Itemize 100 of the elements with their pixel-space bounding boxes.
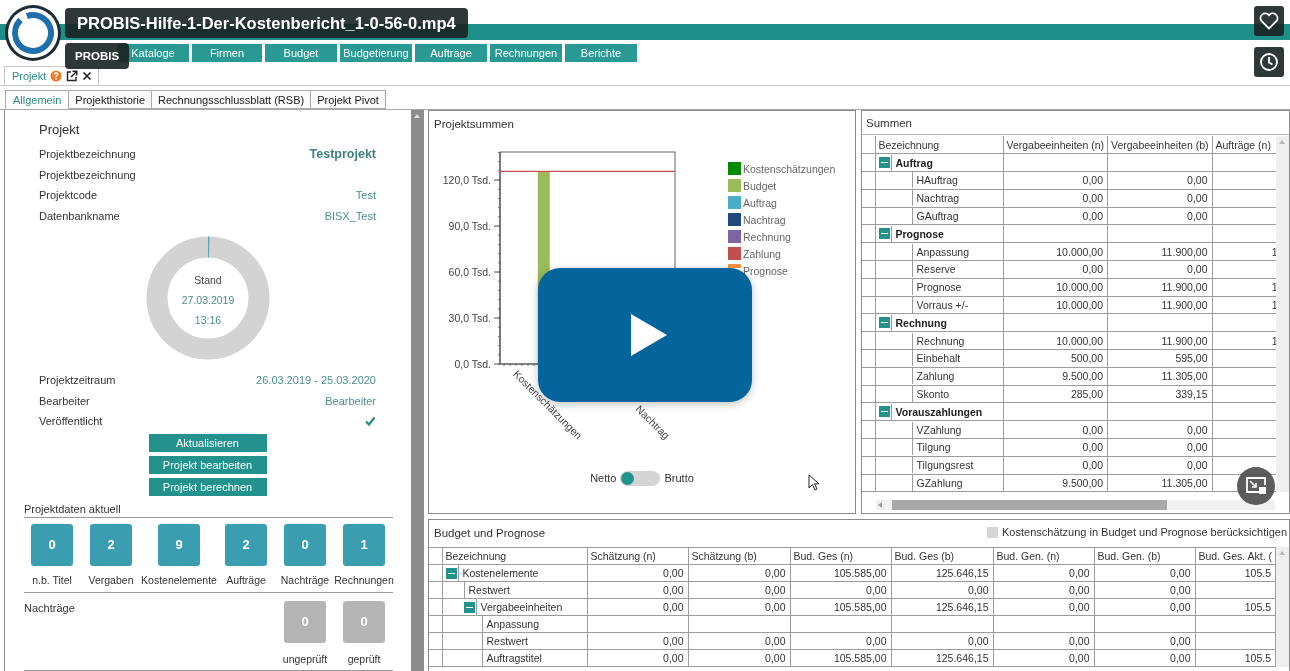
legend-label: Budget xyxy=(743,180,777,192)
count-tile[interactable]: 9 xyxy=(158,523,200,566)
table-cell: 0,00 xyxy=(993,598,1094,616)
column-header[interactable]: Vergabeeinheiten (n) xyxy=(1003,136,1108,154)
column-header[interactable]: Schätzung (b) xyxy=(688,547,790,565)
row-label: Rechnung xyxy=(911,332,1002,349)
help-icon xyxy=(50,70,63,82)
column-header[interactable]: Bud. Ges (b) xyxy=(891,547,993,565)
menu-button[interactable]: Rechnungen xyxy=(490,44,562,62)
row-label: Rechnung xyxy=(890,314,1002,331)
table-cell: 0,00 xyxy=(993,632,1094,650)
row-label: Skonto xyxy=(911,386,1002,402)
count-tile[interactable]: 0 xyxy=(31,523,73,566)
count-tile[interactable]: 2 xyxy=(225,523,267,566)
field-label: Veröffentlicht xyxy=(39,415,103,428)
collapse-icon[interactable] xyxy=(463,601,475,613)
table-cell: 0,00 xyxy=(688,649,790,667)
table-cell: 0,00 xyxy=(1094,581,1195,599)
watch-later-button[interactable] xyxy=(1254,47,1284,77)
section-title: Nachträge xyxy=(24,600,76,616)
field-value: 26.03.2019 - 25.03.2020 xyxy=(256,374,376,387)
channel-name[interactable]: PROBIS xyxy=(65,43,130,69)
scrollbar[interactable] xyxy=(1276,136,1289,493)
toggle-switch[interactable] xyxy=(620,470,661,486)
table-cell: 0,00 xyxy=(1003,171,1108,190)
legend-label: Prognose xyxy=(743,265,788,277)
status-date: 27.03.2019 xyxy=(181,294,234,306)
action-button[interactable]: Projekt bearbeiten xyxy=(148,455,267,474)
checkbox[interactable]: Kostenschätzung in Budget und Prognose berücksichtigen xyxy=(987,520,1289,538)
table-cell: 105.5 xyxy=(1195,564,1276,582)
field-value: Testprojekt xyxy=(309,147,376,162)
collapse-icon[interactable] xyxy=(878,228,890,240)
scrollbar[interactable] xyxy=(876,500,1275,511)
scrollbar[interactable] xyxy=(411,110,424,671)
column-header[interactable]: Bud. Ges (n) xyxy=(790,547,891,565)
row-label: Prognose xyxy=(911,279,1002,296)
field-label: Bearbeiter xyxy=(39,394,90,407)
menu-button[interactable]: Aufträge xyxy=(415,44,487,62)
table-cell: 11.900,00 xyxy=(1107,278,1212,297)
collapse-icon[interactable] xyxy=(878,317,890,329)
table-cell: 105.5 xyxy=(1195,598,1276,616)
tab[interactable]: Allgemein xyxy=(5,90,70,109)
row-label: Auftrag xyxy=(890,154,1002,171)
external-link-icon[interactable] xyxy=(66,70,79,82)
action-button[interactable]: Projekt berechnen xyxy=(148,477,267,496)
tick-label: 60,0 Tsd. xyxy=(448,266,491,279)
action-button[interactable]: Aktualisieren xyxy=(148,433,267,452)
tab[interactable]: Projekthistorie xyxy=(69,90,152,109)
checkbox[interactable] xyxy=(364,415,376,428)
tab[interactable]: Rechnungsschlussblatt (RSB) xyxy=(152,90,312,109)
count-tile[interactable]: 0 xyxy=(284,523,326,566)
row-label: HAuftrag xyxy=(911,172,1002,189)
field-label: Projektbezeichnung xyxy=(39,168,136,181)
panel-title: Budget und Prognose xyxy=(433,526,546,540)
column-header[interactable]: Bud. Gen. (b) xyxy=(1094,547,1195,565)
column-header[interactable]: Schätzung (n) xyxy=(587,547,688,565)
collapse-icon[interactable] xyxy=(445,567,457,579)
table-cell: 0,00 xyxy=(1003,456,1108,475)
like-button[interactable] xyxy=(1254,6,1284,36)
table-cell: 11.305,00 xyxy=(1107,367,1212,386)
column-header[interactable]: Bud. Gen. (n) xyxy=(993,547,1094,565)
video-title: PROBIS-Hilfe-1-Der-Kostenbericht_1-0-56-0.mp4 xyxy=(65,8,468,38)
legend-label: Nachtrag xyxy=(743,214,786,226)
table-cell: 10.000,00 xyxy=(1003,331,1108,350)
table-cell: 0,00 xyxy=(1003,207,1108,225)
avatar xyxy=(4,4,62,62)
table-cell: 0,00 xyxy=(688,598,790,616)
count-tile[interactable]: 1 xyxy=(343,523,385,566)
column-header[interactable]: Bezeichnung xyxy=(442,547,587,565)
table-cell: 125.646,15 xyxy=(891,649,993,667)
count-tile[interactable]: 2 xyxy=(90,523,132,566)
menu-button[interactable]: Budget xyxy=(265,44,337,62)
collapse-icon[interactable] xyxy=(878,157,890,169)
document-tab[interactable]: Projekt xyxy=(4,66,100,85)
menu-button[interactable]: Berichte xyxy=(565,44,637,62)
table-cell: 0,00 xyxy=(1107,171,1212,190)
table-cell: 11.900,00 xyxy=(1107,296,1212,314)
row-label: Reserve xyxy=(911,261,1002,278)
menu-button[interactable]: Budgetierung xyxy=(340,44,412,62)
table-cell: 0,00 xyxy=(790,581,891,599)
panel-title: Projektsummen xyxy=(433,117,515,131)
tab[interactable]: Projekt Pivot xyxy=(311,90,386,109)
status-label: Stand xyxy=(193,274,222,286)
collapse-icon[interactable] xyxy=(878,406,890,418)
table-cell: 9.500,00 xyxy=(1003,474,1108,492)
column-header[interactable]: Bud. Ges. Akt. ( xyxy=(1195,547,1276,565)
table-cell: 285,00 xyxy=(1003,385,1108,403)
column-header[interactable]: Bezeichnung xyxy=(875,136,1003,154)
legend-label: Zahlung xyxy=(743,248,781,260)
tile-label: n.b. Titel xyxy=(32,572,72,587)
table-cell: 0,00 xyxy=(587,564,688,582)
section-heading: Projekt xyxy=(38,121,81,138)
scrollbar[interactable] xyxy=(1276,547,1289,667)
row-label: Anpassung xyxy=(911,243,1002,260)
menu-button[interactable]: Firmen xyxy=(192,44,262,62)
close-icon[interactable] xyxy=(82,71,93,81)
column-header[interactable]: Vergabeeinheiten (b) xyxy=(1107,136,1212,154)
table-cell: 105.585,00 xyxy=(790,598,891,616)
tile-label: Rechnungen xyxy=(334,572,394,587)
table-cell: 0,00 xyxy=(1094,632,1195,650)
